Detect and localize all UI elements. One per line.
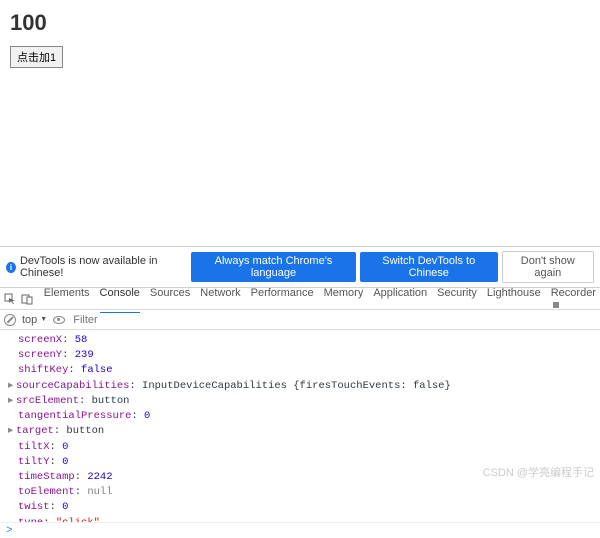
increment-button[interactable]: 点击加1 [10,46,63,68]
clear-console-icon[interactable] [4,314,16,326]
inspect-element-icon[interactable] [4,292,17,306]
tab-sources[interactable]: Sources [150,284,190,314]
tab-elements[interactable]: Elements [44,284,90,314]
recorder-indicator-icon [553,302,559,308]
tabs: Elements Console Sources Network Performance… [44,284,596,314]
banner-text: DevTools is now available in Chinese! [20,255,187,279]
expand-caret-icon[interactable]: ▸ [8,394,16,409]
filter-input[interactable] [71,313,596,327]
context-label: top [22,314,37,326]
devtools-tabbar: ElementsConsoleSourcesNetworkPerformance… [0,288,600,310]
console-row: shiftKey: false [18,363,594,378]
tab-console[interactable]: Console [100,284,140,314]
chevron-down-icon: ▼ [40,316,47,323]
switch-devtools-language-button[interactable]: Switch DevTools to Chinese [360,252,498,282]
console-row: ▸sourceCapabilities: InputDeviceCapabili… [18,379,594,394]
live-expression-icon[interactable] [53,316,65,324]
devtools-language-banner: i DevTools is now available in Chinese! … [0,246,600,288]
console-row: ▸target: button [18,424,594,439]
console-row: tangentialPressure: 0 [18,409,594,424]
tab-application[interactable]: Application [373,284,427,314]
prompt-chevron-icon: > [6,525,13,537]
watermark: CSDN @学亮编程手记 [483,464,594,480]
console-row: twist: 0 [18,500,594,515]
info-icon: i [6,262,16,273]
expand-caret-icon[interactable]: ▸ [8,379,16,394]
tab-lighthouse[interactable]: Lighthouse [487,284,541,314]
console-row: screenY: 239 [18,348,594,363]
expand-caret-icon[interactable]: ▸ [8,424,16,439]
context-dropdown[interactable]: top ▼ [22,314,47,326]
dont-show-again-button[interactable]: Don't show again [502,251,594,283]
counter-heading: 100 [10,10,590,36]
console-toolbar: top ▼ [0,310,600,330]
page-content: 100 点击加1 [0,0,600,68]
console-row: screenX: 58 [18,333,594,348]
tab-recorder[interactable]: Recorder [551,284,596,314]
console-row: tiltX: 0 [18,440,594,455]
console-prompt[interactable]: > [0,522,600,538]
console-row: ▸srcElement: button [18,394,594,409]
console-row: toElement: null [18,485,594,500]
always-match-language-button[interactable]: Always match Chrome's language [191,252,356,282]
tab-performance[interactable]: Performance [251,284,314,314]
console-output: screenX: 58screenY: 239shiftKey: false▸s… [0,330,600,522]
tab-memory[interactable]: Memory [324,284,364,314]
tab-security[interactable]: Security [437,284,477,314]
device-toolbar-icon[interactable] [21,292,34,306]
tab-network[interactable]: Network [200,284,240,314]
